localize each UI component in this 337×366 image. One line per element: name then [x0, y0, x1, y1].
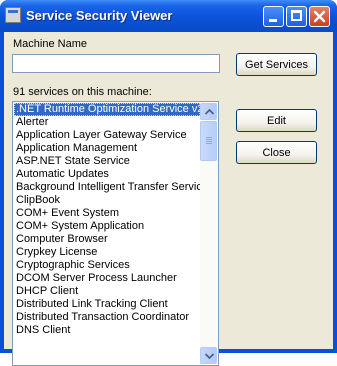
service-list-item[interactable]: Automatic Updates	[14, 168, 200, 181]
service-list-item[interactable]: ClipBook	[14, 194, 200, 207]
service-list-item[interactable]: Crypkey License	[14, 246, 200, 259]
services-listbox[interactable]: .NET Runtime Optimization Service v2.0 Al…	[12, 101, 219, 366]
service-list-item[interactable]: Distributed Transaction Coordinator	[14, 311, 200, 324]
close-button[interactable]: Close	[236, 141, 317, 164]
service-list-item[interactable]: DNS Client	[14, 324, 200, 337]
vertical-scrollbar[interactable]	[200, 103, 217, 364]
close-icon	[313, 10, 326, 23]
dialog-body: Machine Name Get Services 91 services on…	[4, 32, 333, 366]
grip-line	[206, 143, 212, 144]
service-list-item[interactable]: Application Layer Gateway Service	[14, 129, 200, 142]
get-services-button[interactable]: Get Services	[236, 53, 317, 76]
arrow-up-icon	[205, 109, 214, 115]
service-list-item[interactable]: DCOM Server Process Launcher	[14, 272, 200, 285]
edit-button[interactable]: Edit	[236, 109, 317, 132]
grip-line	[206, 141, 212, 142]
scroll-down-button[interactable]	[200, 347, 217, 364]
app-icon	[5, 7, 21, 23]
service-list-item[interactable]: Computer Browser	[14, 233, 200, 246]
service-list-item[interactable]: Alerter	[14, 116, 200, 129]
close-window-button[interactable]	[309, 6, 330, 27]
service-list-item[interactable]: Application Management	[14, 142, 200, 155]
service-list-item[interactable]: Cryptographic Services	[14, 259, 200, 272]
machine-name-input[interactable]	[12, 54, 220, 73]
grip-line	[206, 137, 212, 138]
service-list-item[interactable]: COM+ System Application	[14, 220, 200, 233]
scroll-up-button[interactable]	[200, 103, 217, 120]
main-window: Service Security Viewer Machine Name Get…	[0, 0, 337, 366]
service-list-item[interactable]: COM+ Event System	[14, 207, 200, 220]
service-list-item[interactable]: DHCP Client	[14, 285, 200, 298]
service-list-item[interactable]: Background Intelligent Transfer Service	[14, 181, 200, 194]
grip-line	[206, 139, 212, 140]
window-title: Service Security Viewer	[26, 8, 173, 23]
minimize-button[interactable]	[263, 6, 284, 27]
service-list-item[interactable]: ASP.NET State Service	[14, 155, 200, 168]
services-count-label: 91 services on this machine:	[13, 86, 152, 98]
arrow-down-icon	[205, 353, 214, 359]
maximize-button[interactable]	[286, 6, 307, 27]
machine-name-label: Machine Name	[13, 38, 87, 50]
service-list-item[interactable]: Distributed Link Tracking Client	[14, 298, 200, 311]
services-list: .NET Runtime Optimization Service v2.0 Al…	[14, 103, 200, 337]
service-list-item[interactable]: .NET Runtime Optimization Service v2.0	[14, 103, 200, 116]
title-bar[interactable]: Service Security Viewer	[0, 0, 337, 32]
scroll-thumb[interactable]	[200, 121, 217, 161]
